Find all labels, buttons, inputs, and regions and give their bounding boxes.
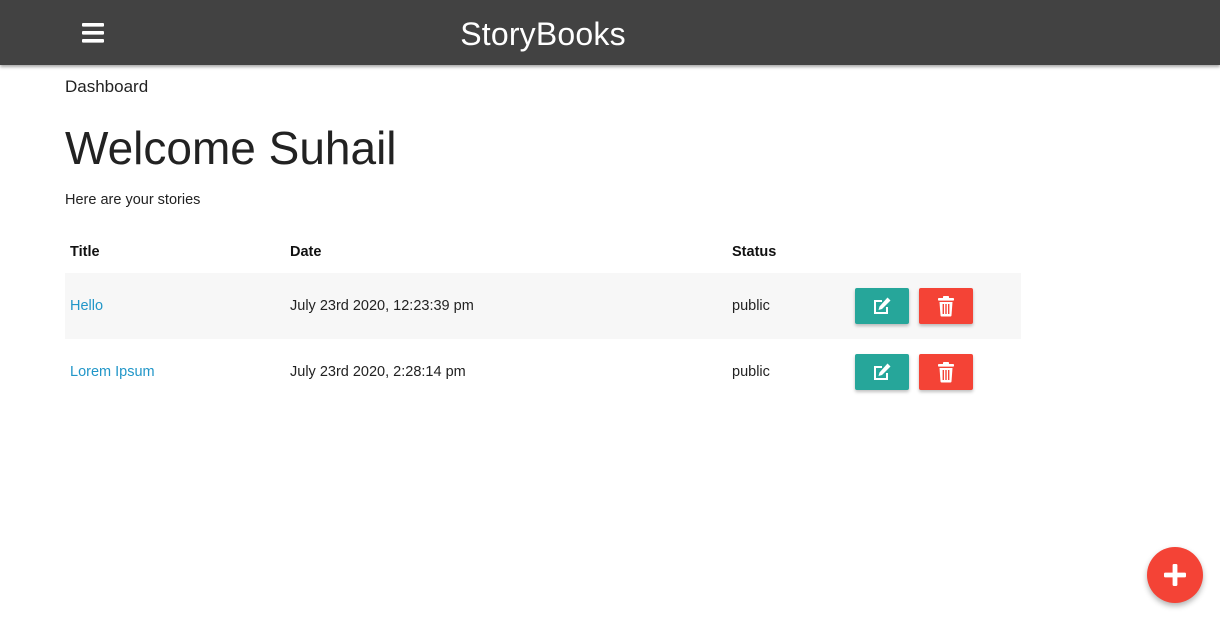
stories-table: Title Date Status Hello July 23rd 2020, …	[65, 230, 1021, 405]
delete-story-button[interactable]	[919, 354, 973, 390]
story-status-cell: public	[732, 364, 770, 380]
story-actions-cell	[850, 339, 1021, 405]
page-title: Welcome Suhail	[65, 122, 397, 174]
table-row: Lorem Ipsum July 23rd 2020, 2:28:14 pm p…	[65, 339, 1021, 405]
story-title-link[interactable]: Lorem Ipsum	[70, 364, 155, 380]
plus-icon	[1164, 564, 1186, 586]
navbar: StoryBooks	[0, 0, 1220, 65]
story-title-cell: Lorem Ipsum	[65, 339, 285, 405]
story-status-cell: public	[732, 298, 770, 314]
trash-icon	[938, 362, 954, 383]
story-actions-cell	[850, 273, 1021, 339]
edit-icon	[874, 297, 891, 314]
delete-story-button[interactable]	[919, 288, 973, 324]
breadcrumb: Dashboard	[65, 77, 149, 96]
story-title-link[interactable]: Hello	[70, 298, 103, 314]
edit-story-button[interactable]	[855, 354, 909, 390]
story-title-cell: Hello	[65, 273, 285, 339]
add-story-button[interactable]	[1147, 547, 1203, 603]
trash-icon	[938, 296, 954, 317]
brand-logo[interactable]: StoryBooks	[0, 0, 1086, 65]
column-header-status: Status	[732, 243, 777, 260]
table-header-row: Title Date Status	[65, 230, 1021, 273]
column-header-title: Title	[70, 243, 100, 260]
column-header-date: Date	[290, 243, 322, 260]
page-subtitle: Here are your stories	[65, 192, 201, 208]
edit-story-button[interactable]	[855, 288, 909, 324]
table-row: Hello July 23rd 2020, 12:23:39 pm public	[65, 273, 1021, 339]
story-date-cell: July 23rd 2020, 2:28:14 pm	[290, 364, 466, 380]
edit-icon	[874, 363, 891, 380]
column-header-actions	[850, 230, 1021, 273]
story-date-cell: July 23rd 2020, 12:23:39 pm	[290, 298, 474, 314]
